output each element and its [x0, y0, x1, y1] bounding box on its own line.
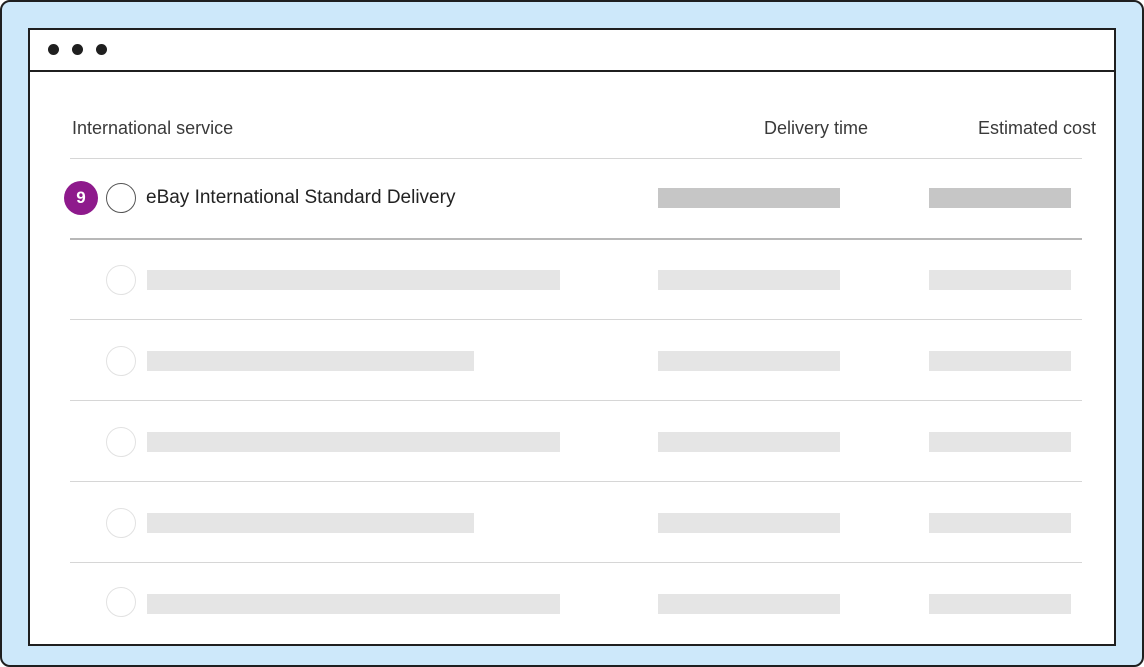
delivery-time-placeholder: [658, 432, 840, 452]
service-placeholder: [147, 351, 474, 371]
service-placeholder: [147, 594, 560, 614]
service-placeholder: [147, 432, 560, 452]
row-divider: [70, 400, 1082, 401]
window-control-dot-icon: [48, 44, 59, 55]
window-titlebar: [30, 30, 1114, 72]
delivery-time-placeholder: [658, 270, 840, 290]
row-divider: [70, 481, 1082, 482]
header-delivery-time: Delivery time: [763, 118, 868, 138]
window-control-dot-icon: [72, 44, 83, 55]
header-international-service: International service: [72, 118, 234, 138]
radio-button[interactable]: [106, 265, 136, 295]
service-name: eBay International Standard Delivery: [146, 187, 456, 208]
delivery-time-placeholder: [658, 351, 840, 371]
radio-button[interactable]: [106, 427, 136, 457]
row-divider: [70, 238, 1082, 240]
header-estimated-cost: Estimated cost: [977, 118, 1096, 138]
estimated-cost-placeholder: [929, 513, 1071, 533]
row-divider: [70, 319, 1082, 320]
delivery-time-placeholder: [658, 594, 840, 614]
browser-window: International service Delivery time Esti…: [28, 28, 1116, 646]
delivery-time-placeholder: [658, 188, 840, 208]
window-control-dot-icon: [96, 44, 107, 55]
estimated-cost-placeholder: [929, 188, 1071, 208]
header-divider: [70, 158, 1082, 159]
service-placeholder: [147, 270, 560, 290]
estimated-cost-placeholder: [929, 351, 1071, 371]
service-placeholder: [147, 513, 474, 533]
radio-button[interactable]: [106, 508, 136, 538]
radio-button[interactable]: [106, 183, 136, 213]
illustration-frame: International service Delivery time Esti…: [0, 0, 1144, 667]
radio-button[interactable]: [106, 346, 136, 376]
delivery-time-placeholder: [658, 513, 840, 533]
step-badge: 9: [64, 181, 98, 215]
estimated-cost-placeholder: [929, 270, 1071, 290]
estimated-cost-placeholder: [929, 594, 1071, 614]
radio-button[interactable]: [106, 587, 136, 617]
row-divider: [70, 562, 1082, 563]
estimated-cost-placeholder: [929, 432, 1071, 452]
